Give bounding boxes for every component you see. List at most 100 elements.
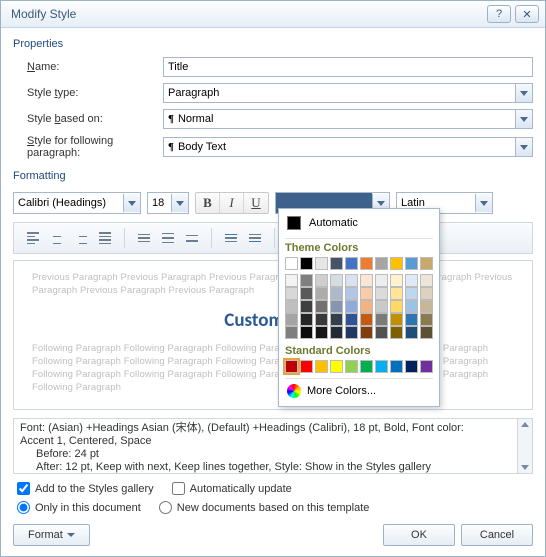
only-this-document-radio[interactable]: Only in this document (17, 501, 141, 514)
scrollbar[interactable] (517, 419, 532, 473)
color-swatch[interactable] (375, 313, 388, 326)
scroll-up-icon[interactable] (521, 422, 529, 427)
chevron-down-icon[interactable] (515, 84, 532, 102)
color-swatch[interactable] (315, 313, 328, 326)
color-swatch[interactable] (315, 300, 328, 313)
format-button[interactable]: Format (13, 524, 90, 546)
chevron-down-icon[interactable] (475, 194, 492, 212)
more-colors-row[interactable]: More Colors... (285, 378, 433, 400)
align-center-button[interactable] (46, 228, 68, 248)
align-justify-button[interactable] (94, 228, 116, 248)
color-swatch[interactable] (330, 257, 343, 270)
color-swatch[interactable] (390, 300, 403, 313)
color-swatch[interactable] (285, 360, 298, 373)
color-swatch[interactable] (315, 287, 328, 300)
color-swatch[interactable] (390, 274, 403, 287)
color-swatch[interactable] (390, 326, 403, 339)
line-spacing-2-button[interactable] (181, 228, 203, 248)
cancel-button[interactable]: Cancel (461, 524, 533, 546)
color-swatch[interactable] (315, 326, 328, 339)
automatic-color-row[interactable]: Automatic (285, 213, 433, 235)
color-swatch[interactable] (300, 300, 313, 313)
auto-update-checkbox[interactable]: Automatically update (172, 482, 292, 495)
color-swatch[interactable] (285, 326, 298, 339)
color-swatch[interactable] (345, 300, 358, 313)
color-swatch[interactable] (420, 360, 433, 373)
color-swatch[interactable] (420, 313, 433, 326)
color-swatch[interactable] (405, 287, 418, 300)
color-swatch[interactable] (300, 313, 313, 326)
color-swatch[interactable] (300, 360, 313, 373)
color-swatch[interactable] (405, 257, 418, 270)
chevron-down-icon[interactable] (171, 194, 188, 212)
color-swatch[interactable] (285, 257, 298, 270)
color-swatch[interactable] (345, 287, 358, 300)
chevron-down-icon[interactable] (515, 110, 532, 128)
color-swatch[interactable] (390, 360, 403, 373)
color-swatch[interactable] (405, 313, 418, 326)
color-swatch[interactable] (315, 257, 328, 270)
color-swatch[interactable] (315, 274, 328, 287)
color-swatch[interactable] (375, 287, 388, 300)
color-swatch[interactable] (300, 257, 313, 270)
color-swatch[interactable] (285, 313, 298, 326)
color-swatch[interactable] (345, 313, 358, 326)
ok-button[interactable]: OK (383, 524, 455, 546)
align-right-button[interactable] (70, 228, 92, 248)
color-swatch[interactable] (420, 287, 433, 300)
align-left-button[interactable] (22, 228, 44, 248)
color-swatch[interactable] (390, 257, 403, 270)
style-based-combo[interactable]: ¶Normal (163, 109, 533, 129)
color-swatch[interactable] (315, 360, 328, 373)
color-swatch[interactable] (285, 274, 298, 287)
color-swatch[interactable] (360, 313, 373, 326)
color-swatch[interactable] (390, 287, 403, 300)
color-swatch[interactable] (420, 257, 433, 270)
scroll-down-icon[interactable] (521, 465, 529, 470)
color-swatch[interactable] (345, 257, 358, 270)
color-swatch[interactable] (345, 326, 358, 339)
new-documents-radio[interactable]: New documents based on this template (159, 501, 370, 514)
color-swatch[interactable] (345, 360, 358, 373)
color-swatch[interactable] (420, 326, 433, 339)
bold-button[interactable]: B (196, 193, 220, 213)
chevron-down-icon[interactable] (123, 194, 140, 212)
close-button[interactable]: ✕ (515, 5, 539, 23)
color-swatch[interactable] (420, 300, 433, 313)
color-swatch[interactable] (330, 274, 343, 287)
color-swatch[interactable] (330, 360, 343, 373)
add-to-gallery-checkbox[interactable]: Add to the Styles gallery (17, 482, 154, 495)
color-swatch[interactable] (300, 274, 313, 287)
color-swatch[interactable] (375, 274, 388, 287)
color-swatch[interactable] (390, 313, 403, 326)
line-spacing-1-5-button[interactable] (157, 228, 179, 248)
color-swatch[interactable] (375, 360, 388, 373)
space-before-dec-button[interactable] (244, 228, 266, 248)
color-swatch[interactable] (330, 313, 343, 326)
style-follow-combo[interactable]: ¶Body Text (163, 137, 533, 157)
style-type-combo[interactable]: Paragraph (163, 83, 533, 103)
color-swatch[interactable] (420, 274, 433, 287)
color-swatch[interactable] (285, 300, 298, 313)
color-swatch[interactable] (405, 300, 418, 313)
color-swatch[interactable] (330, 326, 343, 339)
underline-button[interactable]: U (244, 193, 268, 213)
chevron-down-icon[interactable] (515, 138, 532, 156)
color-swatch[interactable] (300, 326, 313, 339)
color-swatch[interactable] (360, 300, 373, 313)
color-swatch[interactable] (330, 300, 343, 313)
color-swatch[interactable] (360, 257, 373, 270)
color-swatch[interactable] (375, 326, 388, 339)
color-swatch[interactable] (405, 326, 418, 339)
color-swatch[interactable] (285, 287, 298, 300)
line-spacing-1-button[interactable] (133, 228, 155, 248)
color-swatch[interactable] (300, 287, 313, 300)
space-before-inc-button[interactable] (220, 228, 242, 248)
color-swatch[interactable] (405, 274, 418, 287)
font-size-combo[interactable]: 18 (147, 192, 189, 214)
color-swatch[interactable] (360, 274, 373, 287)
font-family-combo[interactable]: Calibri (Headings) (13, 192, 141, 214)
italic-button[interactable]: I (220, 193, 244, 213)
color-swatch[interactable] (360, 326, 373, 339)
color-swatch[interactable] (375, 257, 388, 270)
